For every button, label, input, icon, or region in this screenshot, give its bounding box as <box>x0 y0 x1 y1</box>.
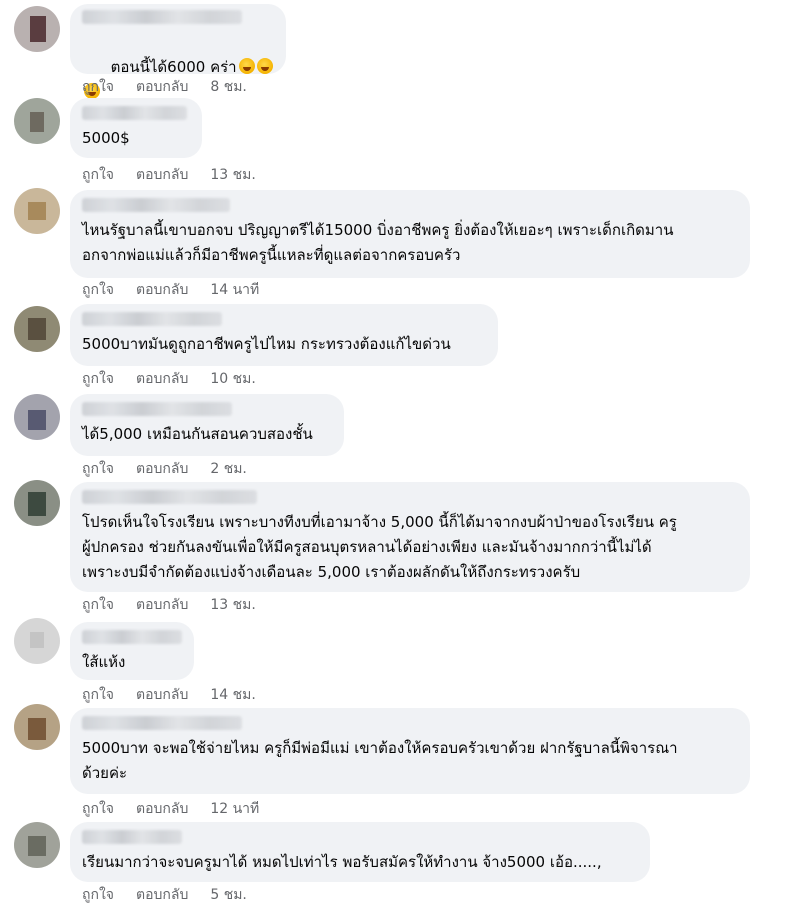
like-button[interactable]: ถูกใจ <box>82 684 114 706</box>
comment-time[interactable]: 12 นาที <box>210 798 259 820</box>
blurred-author-name <box>82 830 182 844</box>
reply-button[interactable]: ตอบกลับ <box>136 279 188 301</box>
comment-text: 5000บาท จะพอใช้จ่ายไหม ครูก็มีพ่อมีแม่ เ… <box>82 739 678 782</box>
blurred-author-name <box>82 490 257 504</box>
comment-text: 5000$ <box>82 129 130 147</box>
comment-actions: ถูกใจ ตอบกลับ 8 ชม. <box>82 76 247 98</box>
comment-time[interactable]: 13 ชม. <box>210 594 255 616</box>
like-button[interactable]: ถูกใจ <box>82 76 114 98</box>
like-button[interactable]: ถูกใจ <box>82 594 114 616</box>
comment-text: ตอนนี้ได้6000 คร่า <box>110 58 237 76</box>
comment-actions: ถูกใจ ตอบกลับ 5 ชม. <box>82 884 247 906</box>
comment-text: ได้5,000 เหมือนกันสอนควบสองชั้น <box>82 425 313 443</box>
like-button[interactable]: ถูกใจ <box>82 884 114 906</box>
avatar[interactable] <box>14 704 60 750</box>
comment-actions: ถูกใจ ตอบกลับ 12 นาที <box>82 798 259 820</box>
comment-bubble: 5000บาท จะพอใช้จ่ายไหม ครูก็มีพ่อมีแม่ เ… <box>70 708 750 794</box>
blurred-author-name <box>82 10 242 24</box>
comment-actions: ถูกใจ ตอบกลับ 13 ชม. <box>82 164 256 186</box>
reply-button[interactable]: ตอบกลับ <box>136 76 188 98</box>
like-button[interactable]: ถูกใจ <box>82 798 114 820</box>
rofl-emoji-icon <box>238 58 255 74</box>
like-button[interactable]: ถูกใจ <box>82 368 114 390</box>
comment-bubble: 5000บาทมันดูถูกอาชีพครูไปไหม กระทรวงต้อง… <box>70 304 498 366</box>
reply-button[interactable]: ตอบกลับ <box>136 368 188 390</box>
comment-actions: ถูกใจ ตอบกลับ 2 ชม. <box>82 458 247 480</box>
comment-actions: ถูกใจ ตอบกลับ 13 ชม. <box>82 594 256 616</box>
avatar[interactable] <box>14 394 60 440</box>
comment-bubble: ได้5,000 เหมือนกันสอนควบสองชั้น <box>70 394 344 456</box>
reply-button[interactable]: ตอบกลับ <box>136 684 188 706</box>
avatar[interactable] <box>14 306 60 352</box>
avatar[interactable] <box>14 6 60 52</box>
comment-actions: ถูกใจ ตอบกลับ 10 ชม. <box>82 368 256 390</box>
comment-actions: ถูกใจ ตอบกลับ 14 นาที <box>82 279 259 301</box>
comment-time[interactable]: 14 ชม. <box>210 684 255 706</box>
comment-time[interactable]: 10 ชม. <box>210 368 255 390</box>
comment-bubble: เรียนมากว่าจะจบครูมาได้ หมดไปเท่าไร พอรั… <box>70 822 650 882</box>
blurred-author-name <box>82 198 230 212</box>
comment-time[interactable]: 2 ชม. <box>210 458 247 480</box>
avatar[interactable] <box>14 480 60 526</box>
avatar[interactable] <box>14 188 60 234</box>
avatar[interactable] <box>14 618 60 664</box>
comment-bubble: ใส้แห้ง <box>70 622 194 680</box>
reply-button[interactable]: ตอบกลับ <box>136 458 188 480</box>
avatar[interactable] <box>14 822 60 868</box>
comment-time[interactable]: 8 ชม. <box>210 76 247 98</box>
comment-bubble: โปรดเห็นใจโรงเรียน เพราะบางทีงบที่เอามาจ… <box>70 482 750 592</box>
reply-button[interactable]: ตอบกลับ <box>136 798 188 820</box>
blurred-author-name <box>82 402 232 416</box>
comment-text: โปรดเห็นใจโรงเรียน เพราะบางทีงบที่เอามาจ… <box>82 513 677 581</box>
blurred-author-name <box>82 312 222 326</box>
rofl-emoji-icon <box>256 58 273 74</box>
like-button[interactable]: ถูกใจ <box>82 279 114 301</box>
avatar[interactable] <box>14 98 60 144</box>
reply-button[interactable]: ตอบกลับ <box>136 164 188 186</box>
comment-text: ใส้แห้ง <box>82 653 126 671</box>
blurred-author-name <box>82 716 242 730</box>
comment-text: เรียนมากว่าจะจบครูมาได้ หมดไปเท่าไร พอรั… <box>82 853 602 871</box>
comment-time[interactable]: 5 ชม. <box>210 884 247 906</box>
comment-text: ไหนรัฐบาลนี้เขาบอกจบ ปริญญาตรีได้15000 บ… <box>82 221 674 264</box>
blurred-author-name <box>82 630 182 644</box>
like-button[interactable]: ถูกใจ <box>82 164 114 186</box>
like-button[interactable]: ถูกใจ <box>82 458 114 480</box>
blurred-author-name <box>82 106 187 120</box>
comment-time[interactable]: 14 นาที <box>210 279 259 301</box>
comment-bubble: ไหนรัฐบาลนี้เขาบอกจบ ปริญญาตรีได้15000 บ… <box>70 190 750 278</box>
comment-text: 5000บาทมันดูถูกอาชีพครูไปไหม กระทรวงต้อง… <box>82 335 451 353</box>
comment-actions: ถูกใจ ตอบกลับ 14 ชม. <box>82 684 256 706</box>
reply-button[interactable]: ตอบกลับ <box>136 594 188 616</box>
comment-bubble: ตอนนี้ได้6000 คร่า <box>70 4 286 99</box>
comment-time[interactable]: 13 ชม. <box>210 164 255 186</box>
comment-bubble: 5000$ <box>70 98 202 158</box>
reply-button[interactable]: ตอบกลับ <box>136 884 188 906</box>
